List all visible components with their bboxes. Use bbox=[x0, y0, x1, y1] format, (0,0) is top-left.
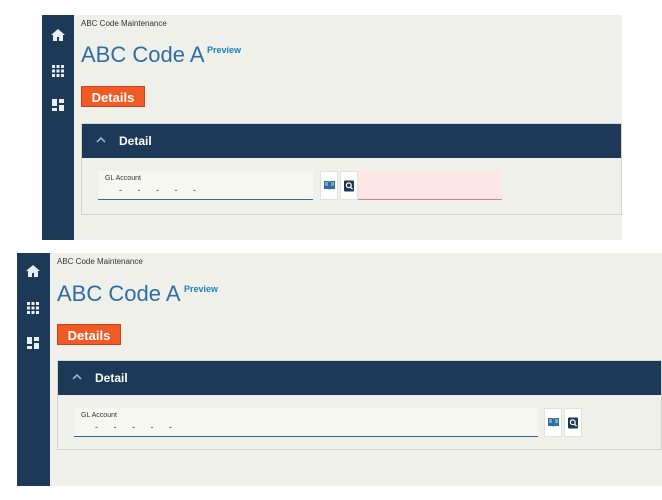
search-icon bbox=[344, 180, 354, 192]
breadcrumb[interactable]: ABC Code Maintenance bbox=[81, 19, 167, 28]
book-lookup-icon bbox=[324, 181, 335, 190]
chevron-up-icon[interactable] bbox=[96, 135, 106, 145]
home-icon[interactable] bbox=[25, 263, 41, 279]
gl-account-field[interactable]: GL Account - - - - - bbox=[74, 408, 538, 437]
screen-panel-top: ABC Code Maintenance ABC Code A Preview … bbox=[42, 15, 622, 240]
search-icon bbox=[568, 417, 578, 429]
gl-description-error-field bbox=[358, 171, 502, 200]
detail-section: Detail GL Account - - - - - bbox=[81, 123, 622, 215]
gl-lookup-button[interactable] bbox=[320, 171, 338, 200]
section-title: Detail bbox=[95, 371, 128, 385]
breadcrumb[interactable]: ABC Code Maintenance bbox=[57, 257, 143, 266]
main-content: ABC Code Maintenance ABC Code A Preview … bbox=[50, 253, 662, 486]
chevron-up-icon[interactable] bbox=[72, 372, 82, 382]
home-icon[interactable] bbox=[50, 27, 66, 43]
section-title: Detail bbox=[119, 134, 152, 148]
dashboard-icon[interactable] bbox=[50, 97, 66, 113]
page-title: ABC Code A bbox=[81, 42, 205, 67]
details-button[interactable]: Details bbox=[81, 86, 145, 107]
section-header[interactable]: Detail bbox=[58, 361, 661, 395]
gl-account-field[interactable]: GL Account - - - - - bbox=[98, 171, 313, 200]
detail-section: Detail GL Account - - - - - bbox=[57, 360, 662, 450]
gl-account-value[interactable]: - - - - - bbox=[95, 422, 174, 432]
apps-grid-icon[interactable] bbox=[25, 300, 41, 316]
gl-account-label: GL Account bbox=[105, 175, 141, 182]
nav-rail bbox=[42, 15, 74, 240]
gl-search-button[interactable] bbox=[564, 408, 582, 437]
gl-search-button[interactable] bbox=[340, 171, 358, 200]
main-content: ABC Code Maintenance ABC Code A Preview … bbox=[74, 15, 622, 240]
preview-link[interactable]: Preview bbox=[207, 45, 241, 55]
dashboard-icon[interactable] bbox=[25, 335, 41, 351]
page-title: ABC Code A bbox=[57, 281, 181, 306]
gl-lookup-button[interactable] bbox=[544, 408, 562, 437]
apps-grid-icon[interactable] bbox=[50, 63, 66, 79]
section-header[interactable]: Detail bbox=[82, 124, 621, 158]
gl-account-label: GL Account bbox=[81, 412, 117, 419]
nav-rail bbox=[17, 253, 50, 486]
gl-account-value[interactable]: - - - - - bbox=[119, 185, 198, 195]
preview-link[interactable]: Preview bbox=[184, 284, 218, 294]
screen-panel-bottom: ABC Code Maintenance ABC Code A Preview … bbox=[17, 253, 662, 486]
book-lookup-icon bbox=[548, 418, 559, 427]
details-button[interactable]: Details bbox=[57, 324, 121, 345]
